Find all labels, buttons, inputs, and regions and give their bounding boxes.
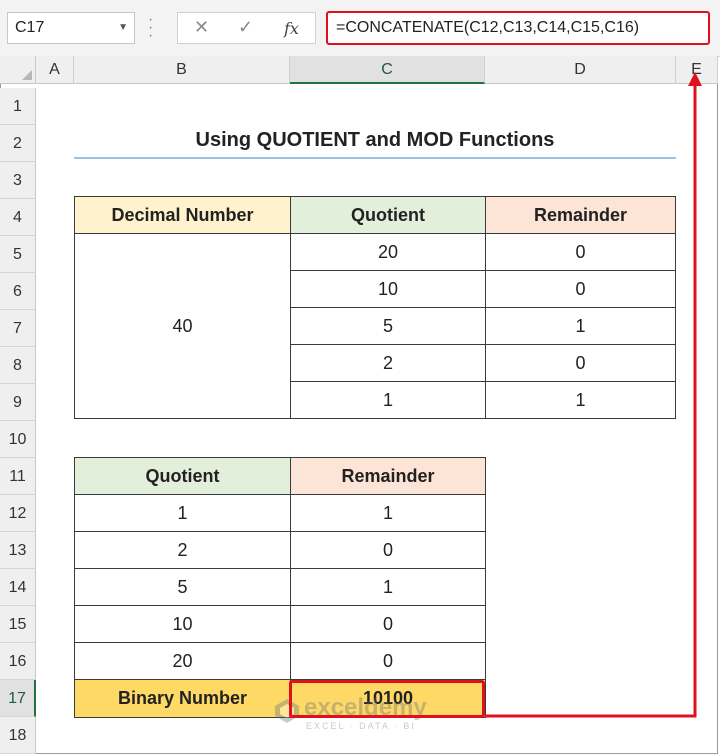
table2-quotient-cell[interactable]: 2 xyxy=(74,531,291,569)
table2-remainder-cell[interactable]: 1 xyxy=(290,494,486,532)
column-header-e[interactable]: E xyxy=(676,56,718,84)
row-header-15[interactable]: 15 xyxy=(0,606,36,643)
table2-remainder-cell[interactable]: 0 xyxy=(290,531,486,569)
row-header-6[interactable]: 6 xyxy=(0,273,36,310)
row-header-16[interactable]: 16 xyxy=(0,643,36,680)
table2-quotient-cell[interactable]: 5 xyxy=(74,568,291,606)
table2-remainder-cell[interactable]: 0 xyxy=(290,605,486,643)
table1-quotient-cell[interactable]: 1 xyxy=(290,381,486,419)
column-header-b[interactable]: B xyxy=(74,56,290,84)
formula-buttons: ✕ ✓ fx xyxy=(177,12,316,44)
row-header-10[interactable]: 10 xyxy=(0,421,36,458)
row-header-2[interactable]: 2 xyxy=(0,125,36,162)
table2-quotient-cell[interactable]: 20 xyxy=(74,642,291,680)
watermark-tagline: EXCEL · DATA · BI xyxy=(306,721,416,731)
table1-remainder-cell[interactable]: 0 xyxy=(485,344,676,382)
row-header-17[interactable]: 17 xyxy=(0,680,36,717)
table1-quotient-cell[interactable]: 5 xyxy=(290,307,486,345)
sheet-title[interactable]: Using QUOTIENT and MOD Functions xyxy=(74,122,676,158)
name-box-value: C17 xyxy=(15,19,45,36)
table1-header-quotient[interactable]: Quotient xyxy=(290,196,486,234)
name-box[interactable]: C17 ▼ xyxy=(7,12,135,44)
row-header-11[interactable]: 11 xyxy=(0,458,36,495)
table1-header-decimal[interactable]: Decimal Number xyxy=(74,196,291,234)
table2-quotient-cell[interactable]: 1 xyxy=(74,494,291,532)
result-highlight-box xyxy=(289,680,485,718)
column-header-c[interactable]: C xyxy=(290,56,485,84)
formula-bar: C17 ▼ · · · ✕ ✓ fx =CONCATENATE(C12,C13,C1… xyxy=(0,0,720,57)
table1-quotient-cell[interactable]: 20 xyxy=(290,233,486,271)
row-header-9[interactable]: 9 xyxy=(0,384,36,421)
table1-remainder-cell[interactable]: 0 xyxy=(485,270,676,308)
row-header-14[interactable]: 14 xyxy=(0,569,36,606)
row-header-4[interactable]: 4 xyxy=(0,199,36,236)
enter-icon[interactable]: ✓ xyxy=(238,17,253,38)
table2-header-quotient[interactable]: Quotient xyxy=(74,457,291,495)
table1-remainder-cell[interactable]: 0 xyxy=(485,233,676,271)
table1-decimal-value[interactable]: 40 xyxy=(74,233,291,419)
table1-header-remainder[interactable]: Remainder xyxy=(485,196,676,234)
row-header-1[interactable]: 1 xyxy=(0,88,36,125)
row-header-18[interactable]: 18 xyxy=(0,717,36,754)
column-header-a[interactable]: A xyxy=(36,56,74,84)
title-underline xyxy=(74,157,676,159)
row-header-8[interactable]: 8 xyxy=(0,347,36,384)
column-header-d[interactable]: D xyxy=(485,56,676,84)
binary-number-label[interactable]: Binary Number xyxy=(74,679,291,718)
table2-remainder-cell[interactable]: 0 xyxy=(290,642,486,680)
table1-quotient-cell[interactable]: 2 xyxy=(290,344,486,382)
insert-function-icon[interactable]: fx xyxy=(284,19,299,38)
table1-quotient-cell[interactable]: 10 xyxy=(290,270,486,308)
table2-remainder-cell[interactable]: 1 xyxy=(290,568,486,606)
table2-quotient-cell[interactable]: 10 xyxy=(74,605,291,643)
row-header-13[interactable]: 13 xyxy=(0,532,36,569)
cancel-icon[interactable]: ✕ xyxy=(194,17,209,38)
table1-remainder-cell[interactable]: 1 xyxy=(485,381,676,419)
row-header-7[interactable]: 7 xyxy=(0,310,36,347)
row-header-12[interactable]: 12 xyxy=(0,495,36,532)
table2-header-remainder[interactable]: Remainder xyxy=(290,457,486,495)
table1-remainder-cell[interactable]: 1 xyxy=(485,307,676,345)
row-header-5[interactable]: 5 xyxy=(0,236,36,273)
chevron-down-icon[interactable]: ▼ xyxy=(118,13,128,43)
more-options-icon[interactable]: · · · xyxy=(148,12,154,44)
select-all-button[interactable] xyxy=(0,56,36,84)
row-header-3[interactable]: 3 xyxy=(0,162,36,199)
formula-input[interactable]: =CONCATENATE(C12,C13,C14,C15,C16) xyxy=(326,11,710,45)
formula-text: =CONCATENATE(C12,C13,C14,C15,C16) xyxy=(336,19,640,36)
